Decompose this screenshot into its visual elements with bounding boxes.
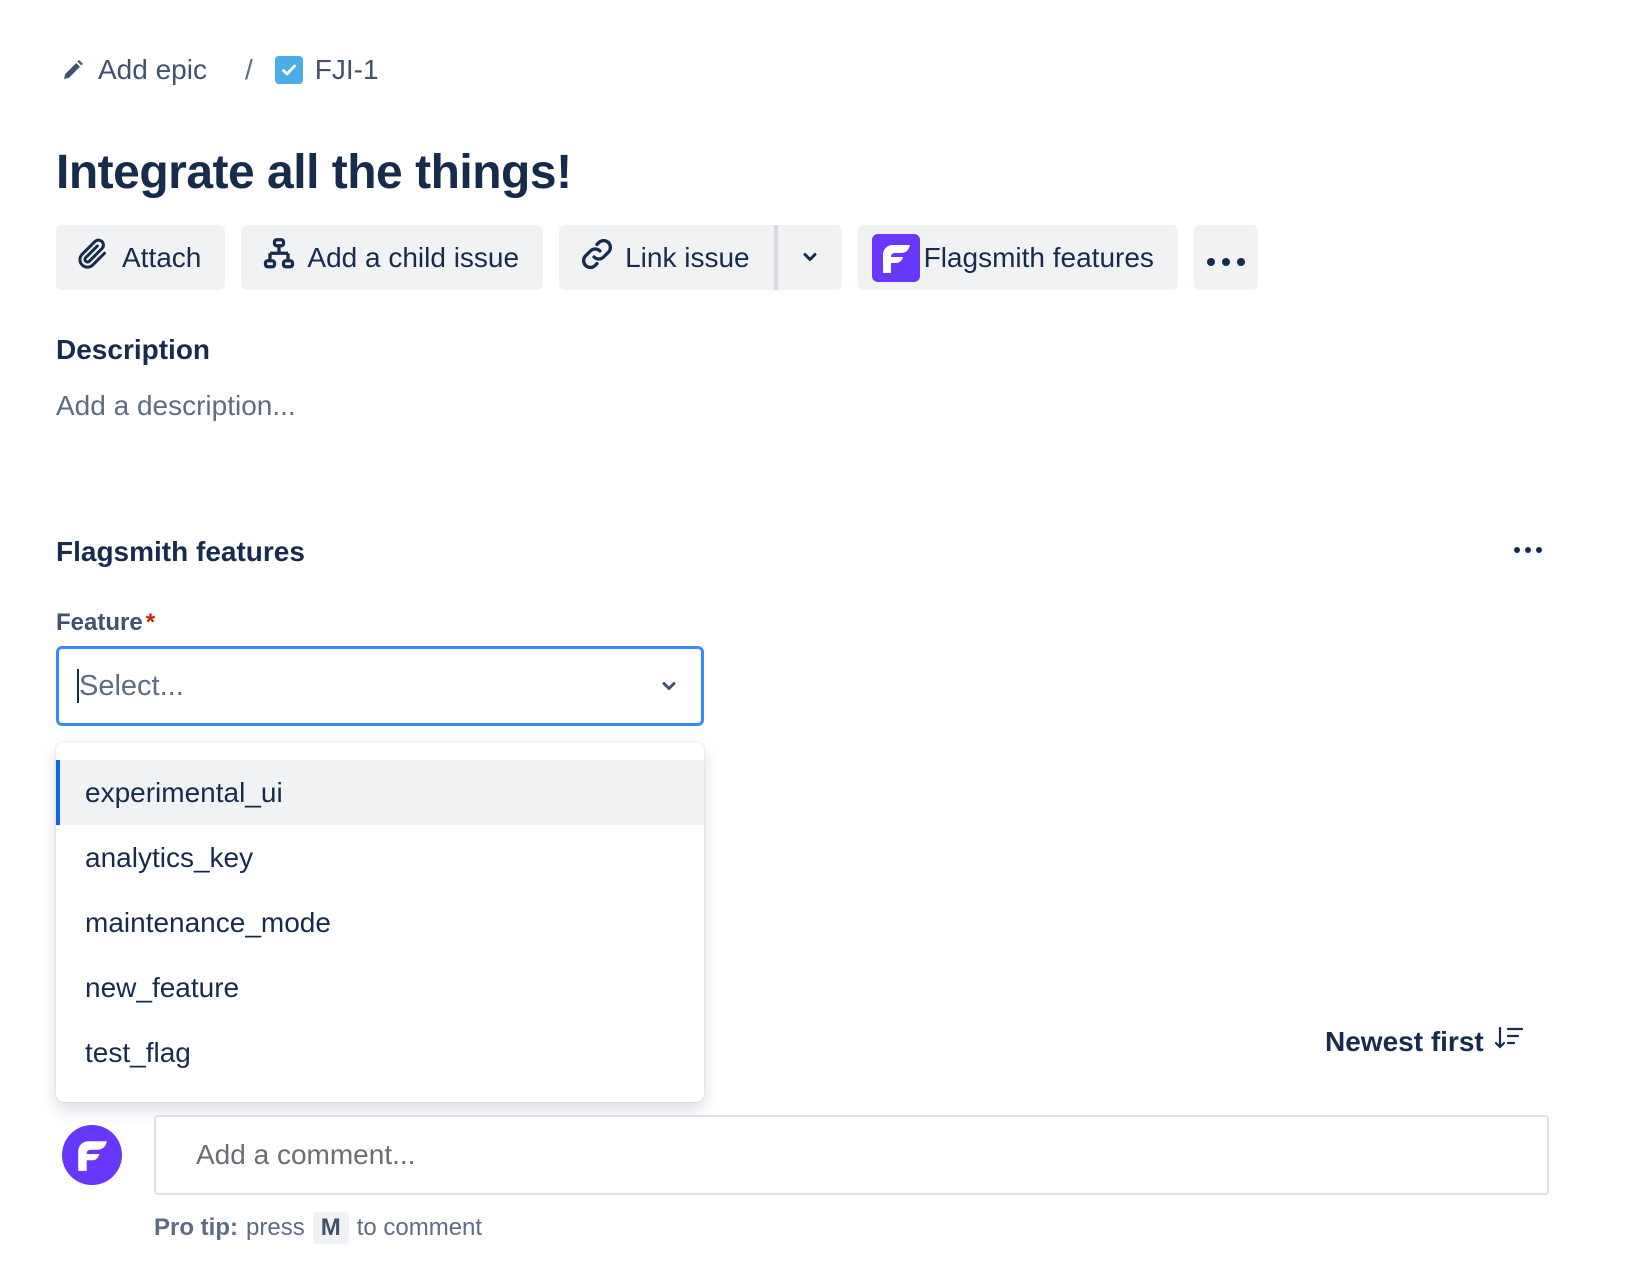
description-heading: Description [56,334,211,365]
sort-order-label: Newest first [1325,1025,1484,1057]
link-issue-split-button: Link issue [559,225,842,290]
issue-toolbar: Attach Add a child issue Link issue Flag… [56,225,1258,290]
more-icon [1206,242,1246,274]
user-avatar[interactable] [62,1125,122,1185]
split-divider [773,225,778,290]
feature-options-menu: experimental_ui analytics_key maintenanc… [56,742,704,1102]
add-child-issue-label: Add a child issue [307,241,520,273]
link-issue-label: Link issue [625,241,750,273]
chevron-down-icon [800,242,820,274]
link-icon [579,236,615,279]
add-child-issue-button[interactable]: Add a child issue [241,225,544,290]
breadcrumb: Add epic / FJI-1 [60,52,379,88]
attach-button[interactable]: Attach [56,225,226,290]
keyboard-shortcut-key: M [312,1212,349,1244]
flagsmith-features-label: Flagsmith features [923,241,1154,273]
link-issue-dropdown-button[interactable] [777,225,842,290]
breadcrumb-separator: / [244,54,253,85]
feature-option[interactable]: experimental_ui [56,760,704,825]
add-epic-link[interactable]: Add epic [60,54,207,86]
pro-tip-label: Pro tip: [154,1214,238,1241]
link-issue-button[interactable]: Link issue [559,225,774,290]
sort-descending-icon [1494,1025,1524,1058]
attach-label: Attach [122,241,202,273]
feature-select-placeholder: Select... [79,669,184,702]
flagsmith-features-button[interactable]: Flagsmith features [857,225,1178,290]
more-actions-button[interactable] [1193,225,1258,290]
panel-more-button[interactable] [1508,538,1548,562]
task-type-icon [274,56,303,84]
paperclip-icon [76,236,112,279]
feature-field-label: Feature * [56,609,155,637]
issue-title[interactable]: Integrate all the things! [56,145,572,200]
hierarchy-icon [261,236,297,279]
issue-key-link[interactable]: FJI-1 [274,54,379,86]
required-indicator: * [145,609,156,636]
dot-icon [1536,547,1542,553]
description-field[interactable]: Add a description... [56,390,296,422]
pro-tip-press: press [246,1214,305,1241]
issue-key: FJI-1 [314,54,379,85]
pro-tip-rest: to comment [356,1214,483,1241]
sort-order-button[interactable]: Newest first [1325,1025,1524,1058]
feature-label-text: Feature [56,609,143,636]
add-epic-label: Add epic [98,54,207,85]
dot-icon [1525,547,1531,553]
flagsmith-logo-icon [871,233,920,282]
feature-option[interactable]: analytics_key [56,825,704,890]
flagsmith-panel-heading: Flagsmith features [56,536,305,567]
feature-option[interactable]: maintenance_mode [56,890,704,955]
comment-input[interactable]: Add a comment... [154,1115,1549,1195]
dot-icon [1514,547,1520,553]
feature-option[interactable]: test_flag [56,1020,704,1085]
chevron-down-icon[interactable] [655,672,683,700]
feature-option[interactable]: new_feature [56,955,704,1020]
pencil-icon [60,57,86,83]
pro-tip: Pro tip: press M to comment [154,1212,482,1244]
feature-select[interactable]: Select... [56,646,704,726]
